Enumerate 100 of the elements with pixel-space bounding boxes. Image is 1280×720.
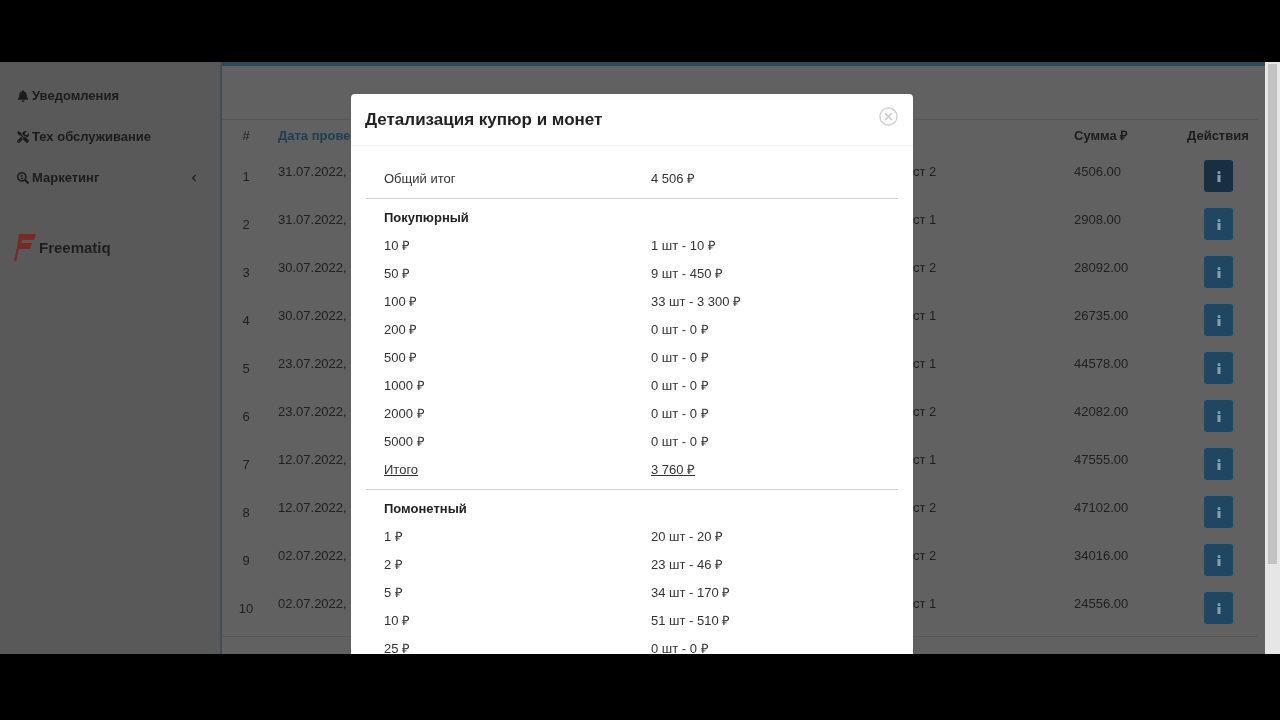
denomination-label: 100 ₽	[384, 293, 419, 312]
denomination-label: 5000 ₽	[384, 433, 426, 452]
table-cell-text: 12.07.2022,	[277, 451, 348, 469]
table-cell-text: ст 2	[913, 499, 938, 517]
info-icon	[1216, 218, 1221, 230]
sidebar-item[interactable]: Тех обслуживание	[0, 116, 220, 157]
table-cell-text: 30.07.2022,	[277, 307, 348, 325]
denomination-label: 5 ₽	[384, 584, 404, 603]
amount-value: 4 506 ₽	[651, 170, 697, 189]
denomination-label: 1000 ₽	[384, 377, 426, 396]
amount-value[interactable]: 3 760 ₽	[651, 460, 898, 480]
amount-value: 0 шт - 0 ₽	[651, 377, 710, 396]
table-cell-text: ст 1	[913, 595, 938, 613]
bell-icon	[17, 89, 29, 102]
amount-value: 34 шт - 170 ₽	[651, 584, 732, 603]
info-button[interactable]	[1204, 256, 1233, 288]
info-button[interactable]	[1204, 304, 1233, 336]
table-cell-text: ст 2	[913, 403, 938, 421]
table-cell-text: ст 2	[913, 163, 938, 181]
amount-value: 0 шт - 0 ₽	[651, 349, 710, 368]
logo-text: Freematiq	[39, 237, 111, 258]
sidebar-item[interactable]: Маркетинг	[0, 157, 220, 198]
amount-value: 9 шт - 450 ₽	[651, 265, 725, 284]
table-cell-text: 12.07.2022,	[277, 499, 348, 517]
amount-value: 23 шт - 46 ₽	[651, 556, 725, 575]
info-icon	[1216, 458, 1221, 470]
table-cell-text: 7	[242, 456, 250, 475]
denomination-label: 10 ₽	[384, 612, 412, 631]
table-cell-text: 6	[242, 408, 250, 427]
info-button[interactable]	[1204, 208, 1233, 240]
section-heading: Помонетный	[384, 500, 467, 519]
table-cell-text: 47555.00	[1074, 451, 1130, 469]
info-icon	[1216, 602, 1221, 614]
column-header[interactable]: Дата прове	[270, 126, 351, 146]
table-cell-text: ст 1	[913, 211, 938, 229]
info-button[interactable]	[1204, 400, 1233, 432]
sidebar-item[interactable]: Уведомления	[0, 75, 220, 116]
table-cell-text: 42082.00	[1074, 403, 1130, 421]
table-cell-text: ст 1	[913, 355, 938, 373]
info-icon	[1216, 554, 1221, 566]
table-cell-text: 31.07.2022,	[277, 163, 348, 181]
info-button[interactable]	[1204, 160, 1233, 192]
denomination-label: 200 ₽	[384, 321, 419, 340]
table-cell-text: 10	[238, 600, 254, 619]
denomination-label[interactable]: Итого	[384, 460, 651, 480]
denomination-label: 500 ₽	[384, 349, 419, 368]
table-cell-text: 4506.00	[1074, 163, 1122, 181]
table-cell-text: 8	[242, 504, 250, 523]
info-icon	[1216, 506, 1221, 518]
amount-value: 0 шт - 0 ₽	[651, 640, 710, 654]
amount-value: 0 шт - 0 ₽	[651, 405, 710, 424]
amount-value: 33 шт - 3 300 ₽	[651, 293, 743, 312]
table-cell-text: 23.07.2022,	[277, 355, 348, 373]
denomination-label: 50 ₽	[384, 265, 412, 284]
search-dollar-icon	[17, 171, 29, 184]
section-heading: Покупюрный	[384, 209, 469, 228]
table-cell-text: 28092.00	[1074, 259, 1130, 277]
table-cell-text: ст 1	[913, 307, 938, 325]
denomination-label: 25 ₽	[384, 640, 412, 654]
info-button[interactable]	[1204, 352, 1233, 384]
denomination-label: 2 ₽	[384, 556, 404, 575]
table-cell-text: 44578.00	[1074, 355, 1130, 373]
denomination-label: 2000 ₽	[384, 405, 426, 424]
info-button[interactable]	[1204, 544, 1233, 576]
column-header: Действия	[1187, 127, 1250, 146]
info-icon	[1216, 314, 1221, 326]
table-cell-text: 4	[242, 312, 250, 331]
table-cell-text: 3	[242, 264, 250, 283]
amount-value: 0 шт - 0 ₽	[651, 321, 710, 340]
amount-value: 1 шт - 10 ₽	[651, 237, 717, 256]
modal-title: Детализация купюр и монет	[365, 108, 603, 131]
denomination-label: 10 ₽	[384, 237, 412, 256]
table-cell-text: 31.07.2022,	[277, 211, 348, 229]
amount-value: 20 шт - 20 ₽	[651, 528, 725, 547]
column-header: #	[242, 127, 250, 146]
scrollbar[interactable]	[1265, 62, 1280, 654]
table-cell-text: ст 2	[913, 259, 938, 277]
info-icon	[1216, 266, 1221, 278]
amount-value: 51 шт - 510 ₽	[651, 612, 732, 631]
info-button[interactable]	[1204, 496, 1233, 528]
denomination-label: Общий итог	[384, 170, 457, 189]
table-cell-text: 9	[242, 552, 250, 571]
close-icon[interactable]	[879, 107, 898, 126]
table-cell-text: 30.07.2022,	[277, 259, 348, 277]
amount-value: 0 шт - 0 ₽	[651, 433, 710, 452]
info-icon	[1216, 410, 1221, 422]
table-cell-text: 24556.00	[1074, 595, 1130, 613]
table-cell-text: 34016.00	[1074, 547, 1130, 565]
column-header: Сумма ₽	[1074, 127, 1130, 146]
table-cell-text: 5	[242, 360, 250, 379]
info-button[interactable]	[1204, 448, 1233, 480]
table-cell-text: 2	[242, 216, 250, 235]
table-cell-text: 26735.00	[1074, 307, 1130, 325]
tools-icon	[17, 130, 29, 143]
table-cell-text: 1	[242, 168, 250, 187]
table-cell-text: 2908.00	[1074, 211, 1122, 229]
logo-icon	[14, 234, 36, 262]
table-cell-text: 02.07.2022,	[277, 547, 348, 565]
table-cell-text: ст 1	[913, 451, 938, 469]
info-button[interactable]	[1204, 592, 1233, 624]
